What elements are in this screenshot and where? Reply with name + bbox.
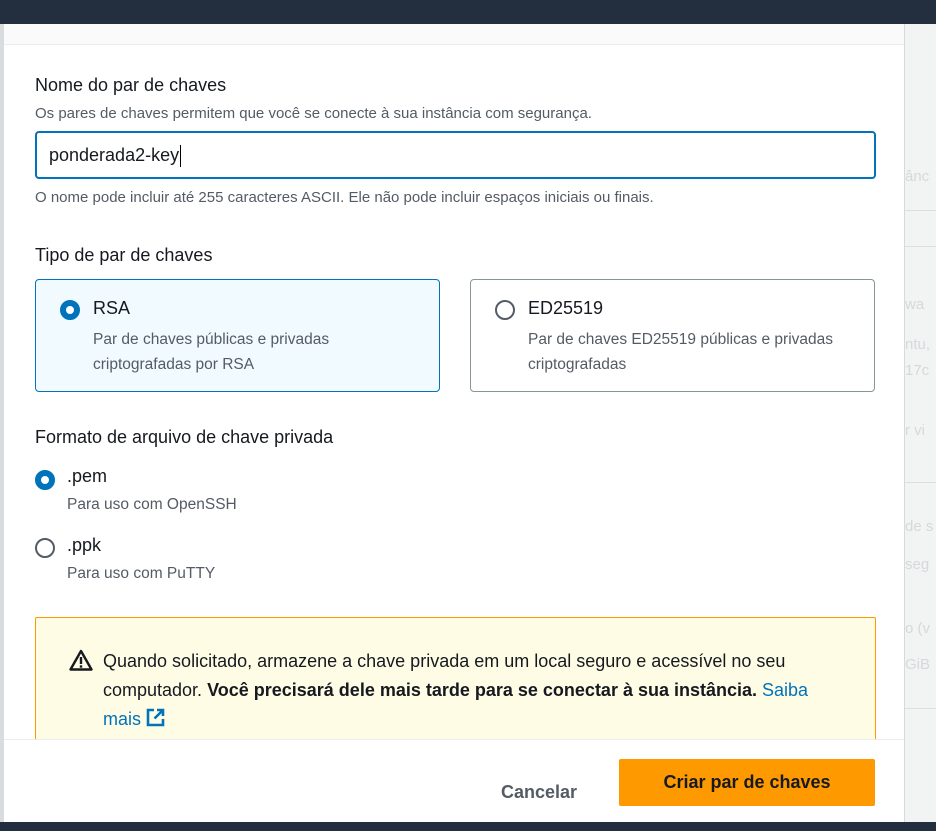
background-page: ânc wa ntu, 17c r vi de s seg o (v GiB xyxy=(905,24,936,822)
file-format-label: Formato de arquivo de chave privada xyxy=(35,427,334,447)
background-text: wa xyxy=(905,296,925,313)
radio-ppk-unselected-icon[interactable] xyxy=(35,538,55,558)
key-type-rsa-description: Par de chaves públicas e privadas cripto… xyxy=(93,331,330,373)
file-format-ppk-name[interactable]: .ppk xyxy=(67,535,101,556)
key-name-input[interactable]: ponderada2-key xyxy=(35,131,876,179)
create-key-pair-modal: Nome do par de chaves Os pares de chaves… xyxy=(4,24,905,822)
warning-message: Quando solicitado, armazene a chave priv… xyxy=(103,647,843,734)
external-link-icon[interactable] xyxy=(145,707,166,728)
modal-header-strip xyxy=(4,24,904,45)
modal-footer: Cancelar Criar par de chaves xyxy=(4,739,904,822)
console-footer-bar xyxy=(0,822,936,831)
key-type-tile-ed25519[interactable]: ED25519 Par de chaves ED25519 públicas e… xyxy=(470,279,875,392)
background-divider xyxy=(905,708,936,709)
warning-message-bold: Você precisará dele mais tarde para se c… xyxy=(207,680,758,700)
key-name-input-value: ponderada2-key xyxy=(49,145,180,165)
key-type-label: Tipo de par de chaves xyxy=(35,245,213,265)
background-text: r vi xyxy=(905,422,925,439)
file-format-pem-description: Para uso com OpenSSH xyxy=(67,496,237,513)
key-name-constraint: O nome pode incluir até 255 caracteres A… xyxy=(35,189,654,206)
background-text: o (v xyxy=(905,620,931,637)
radio-pem-selected-icon[interactable] xyxy=(35,470,55,490)
background-text: de s xyxy=(905,518,934,535)
radio-selected-icon[interactable] xyxy=(60,300,80,320)
background-divider xyxy=(905,246,936,247)
key-type-tile-rsa[interactable]: RSA Par de chaves públicas e privadas cr… xyxy=(35,279,440,392)
file-format-pem-name[interactable]: .pem xyxy=(67,466,107,487)
background-text: ntu, xyxy=(905,336,931,353)
background-text: ânc xyxy=(905,168,930,185)
background-divider xyxy=(905,210,936,211)
key-name-description: Os pares de chaves permitem que você se … xyxy=(35,105,592,122)
key-type-rsa-name: RSA xyxy=(93,298,131,318)
text-cursor xyxy=(180,145,182,168)
warning-alert: Quando solicitado, armazene a chave priv… xyxy=(35,617,876,742)
background-text: 17c xyxy=(905,362,930,379)
cancel-button[interactable]: Cancelar xyxy=(478,772,600,812)
key-type-ed25519-name: ED25519 xyxy=(528,298,604,318)
key-type-ed25519-description: Par de chaves ED25519 públicas e privada… xyxy=(528,331,834,373)
file-format-ppk-description: Para uso com PuTTY xyxy=(67,565,216,582)
radio-unselected-icon[interactable] xyxy=(495,300,515,320)
key-name-label: Nome do par de chaves xyxy=(35,75,227,95)
warning-icon xyxy=(69,649,93,671)
console-header-bar xyxy=(0,0,936,24)
background-text: GiB xyxy=(905,656,931,673)
background-text: seg xyxy=(905,556,930,573)
background-divider xyxy=(905,482,936,483)
create-key-pair-button[interactable]: Criar par de chaves xyxy=(619,759,875,806)
